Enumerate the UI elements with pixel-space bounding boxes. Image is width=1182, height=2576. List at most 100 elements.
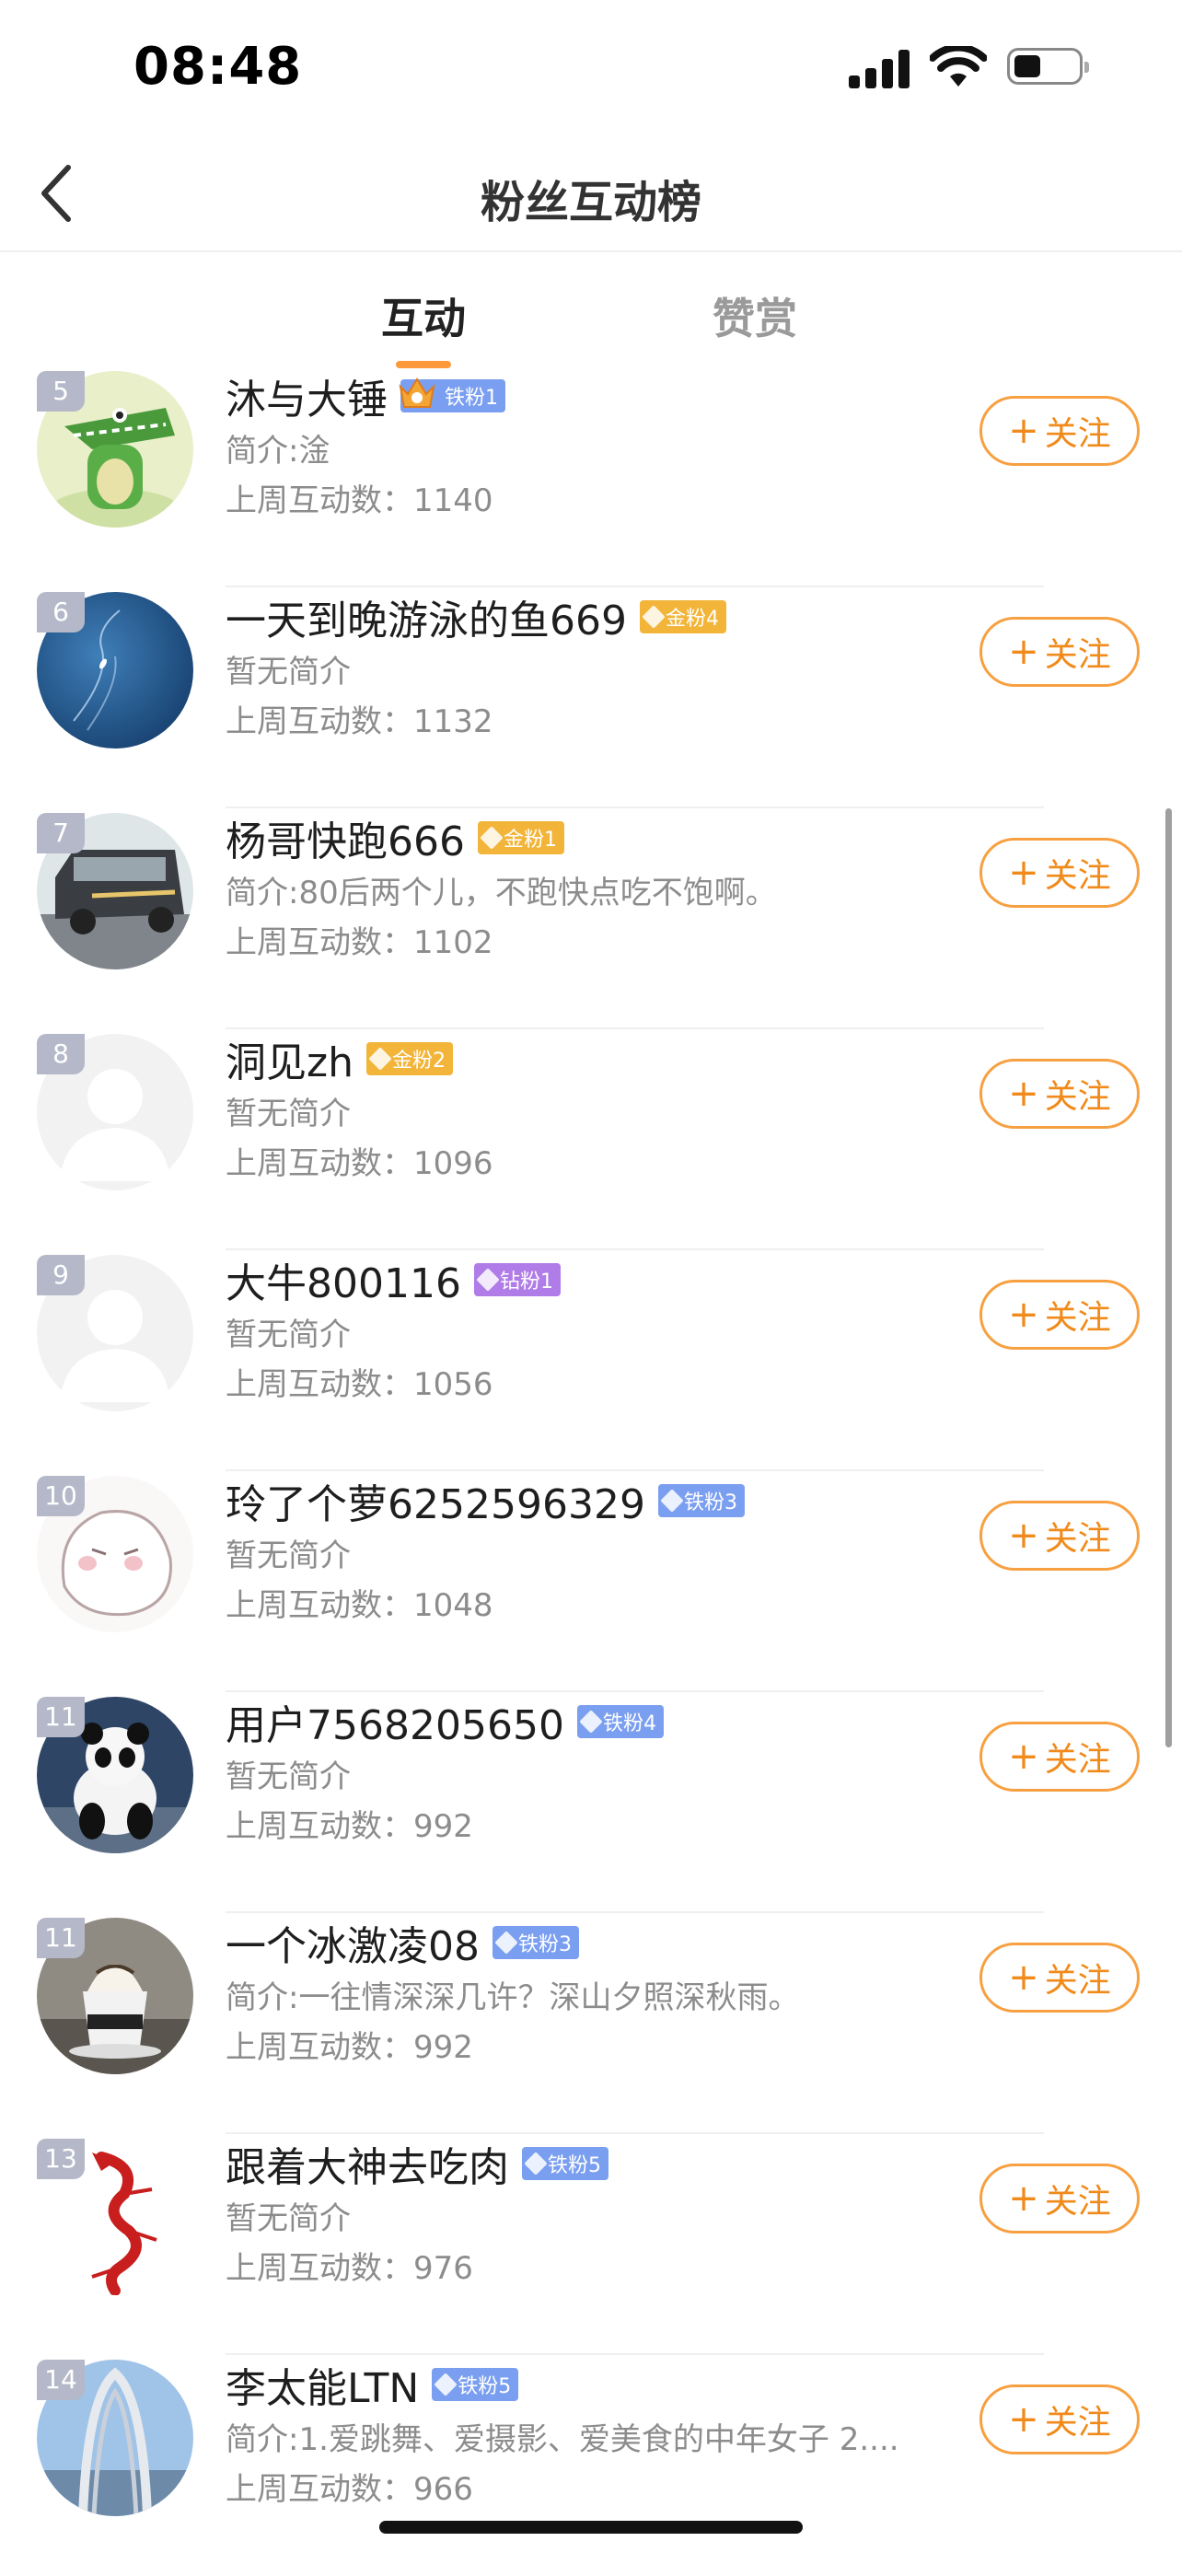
rank-badge: 8 [37, 1034, 85, 1074]
plus-icon: + [1008, 631, 1039, 673]
user-bio: 暂无简介 [226, 1317, 351, 1353]
user-bio: 暂无简介 [226, 1096, 351, 1132]
follow-button[interactable]: + 关注 [979, 1722, 1140, 1792]
fan-level-badge: 铁粉4 [576, 1705, 664, 1738]
crown-icon [399, 377, 435, 408]
plus-icon: + [1008, 1735, 1039, 1778]
fan-level-badge: 铁粉3 [492, 1926, 579, 1959]
gem-icon [494, 1931, 518, 1955]
plus-icon: + [1008, 1956, 1039, 1999]
interaction-count: 上周互动数：992 [226, 2029, 473, 2066]
fan-level-badge: 钻粉1 [473, 1263, 561, 1296]
interaction-count: 上周互动数：1056 [226, 1366, 493, 1403]
follow-button[interactable]: + 关注 [979, 2164, 1140, 2234]
nav-header: 粉丝互动榜 [0, 138, 1182, 249]
gem-icon [434, 2373, 458, 2396]
diamond-icon [476, 1268, 500, 1292]
fan-level-badge: 金粉2 [365, 1042, 453, 1075]
home-indicator[interactable] [379, 2521, 803, 2534]
rank-badge: 13 [37, 2139, 85, 2179]
plus-icon: + [1008, 2177, 1039, 2220]
tab-interaction[interactable]: 互动 [381, 285, 466, 346]
tab-reward[interactable]: 赞赏 [713, 285, 797, 346]
user-name[interactable]: 跟着大神去吃肉 [226, 2134, 509, 2193]
interaction-count: 上周互动数：1096 [226, 1145, 493, 1182]
list-item[interactable]: 9 大牛800116 钻粉1 暂无简介 上周互动数：1056 + 关注 [0, 1250, 1182, 1471]
list-item[interactable]: 14 李太能LTN 铁粉5 简介:1.爱跳舞、爱摄影、爱美食的中年女子 2...… [0, 2355, 1182, 2576]
gem-icon [579, 1710, 603, 1734]
page-title: 粉丝互动榜 [480, 177, 701, 228]
tab-bar: 互动 赞赏 [0, 267, 1182, 359]
plus-icon: + [1008, 410, 1039, 452]
scrollbar[interactable] [1165, 808, 1172, 1747]
list-item[interactable]: 11 用户7568205650 铁粉4 暂无简介 上周互动数：992 + 关注 [0, 1692, 1182, 1913]
user-name[interactable]: 一个冰激凌08 [226, 1913, 480, 1972]
interaction-count: 上周互动数：966 [226, 2471, 473, 2508]
user-bio: 简介:80后两个儿，不跑快点吃不饱啊。 [226, 875, 777, 911]
plus-icon: + [1008, 1294, 1039, 1336]
rank-badge: 11 [37, 1918, 85, 1958]
follow-button[interactable]: + 关注 [979, 1943, 1140, 2013]
list-item[interactable]: 10 玲了个萝6252596329 铁粉3 暂无简介 上周互动数：1048 + 关… [0, 1471, 1182, 1692]
user-bio: 暂无简介 [226, 654, 351, 690]
user-name[interactable]: 杨哥快跑666 [226, 808, 465, 867]
rank-badge: 9 [37, 1255, 85, 1295]
follow-button[interactable]: + 关注 [979, 396, 1140, 466]
user-bio: 简介:一往情深深几许？深山夕照深秋雨。 [226, 1979, 800, 2016]
follow-button[interactable]: + 关注 [979, 1059, 1140, 1129]
follow-button[interactable]: + 关注 [979, 2385, 1140, 2454]
rank-badge: 5 [37, 371, 85, 412]
user-name[interactable]: 一天到晚游泳的鱼669 [226, 587, 627, 646]
fan-level-badge: 金粉4 [639, 600, 726, 633]
fan-level-badge: 铁粉3 [657, 1484, 745, 1517]
list-item[interactable]: 7 杨哥快跑666 金粉1 简介:80后两个儿，不跑快点吃不饱啊。 上周互动数：… [0, 808, 1182, 1029]
user-bio: 暂无简介 [226, 1758, 351, 1795]
user-name[interactable]: 大牛800116 [226, 1250, 461, 1309]
battery-icon [1007, 48, 1089, 85]
cellular-signal-icon [849, 48, 911, 88]
interaction-count: 上周互动数：992 [226, 1808, 473, 1845]
user-name[interactable]: 洞见zh [226, 1029, 353, 1088]
gem-icon [660, 1489, 684, 1513]
interaction-count: 上周互动数：976 [226, 2250, 473, 2287]
interaction-count: 上周互动数：1048 [226, 1587, 493, 1624]
list-item[interactable]: 11 一个冰激凌08 铁粉3 简介:一往情深深几许？深山夕照深秋雨。 上周互动数… [0, 1913, 1182, 2134]
rank-badge: 11 [37, 1697, 85, 1737]
fan-level-badge: 铁粉5 [522, 2147, 608, 2180]
user-bio: 简介:淦 [226, 433, 330, 470]
wifi-icon [930, 46, 987, 87]
user-name[interactable]: 李太能LTN [226, 2355, 419, 2414]
user-bio: 简介:1.爱跳舞、爱摄影、爱美食的中年女子 2.... [226, 2421, 899, 2458]
list-item[interactable]: 8 洞见zh 金粉2 暂无简介 上周互动数：1096 + 关注 [0, 1029, 1182, 1250]
follow-button[interactable]: + 关注 [979, 838, 1140, 908]
user-name[interactable]: 沐与大锤 [226, 366, 388, 425]
fan-rank-list: 5 沐与大锤 铁粉1 简介:淦 上周互动数：1140 + 关注 6 一天到晚游泳… [0, 366, 1182, 2576]
gem-icon [642, 605, 666, 629]
rank-badge: 10 [37, 1476, 85, 1516]
gem-icon [368, 1047, 392, 1071]
fan-level-badge: 铁粉1 [399, 377, 505, 412]
follow-button[interactable]: + 关注 [979, 617, 1140, 687]
header-divider [0, 250, 1182, 252]
list-item[interactable]: 13 跟着大神去吃肉 铁粉5 暂无简介 上周互动数：976 + 关注 [0, 2134, 1182, 2355]
rank-badge: 7 [37, 813, 85, 853]
fan-level-badge: 铁粉5 [432, 2368, 519, 2401]
interaction-count: 上周互动数：1102 [226, 924, 493, 961]
gem-icon [524, 2152, 548, 2176]
interaction-count: 上周互动数：1132 [226, 703, 493, 740]
interaction-count: 上周互动数：1140 [226, 482, 493, 519]
rank-badge: 6 [37, 592, 85, 632]
plus-icon: + [1008, 1514, 1039, 1557]
user-name[interactable]: 用户7568205650 [226, 1692, 564, 1751]
rank-badge: 14 [37, 2360, 85, 2400]
status-time: 08:48 [133, 37, 303, 97]
user-bio: 暂无简介 [226, 1537, 351, 1574]
status-bar: 08:48 [0, 0, 1182, 138]
follow-button[interactable]: + 关注 [979, 1280, 1140, 1350]
user-bio: 暂无简介 [226, 2200, 351, 2237]
plus-icon: + [1008, 2398, 1039, 2441]
list-item[interactable]: 5 沐与大锤 铁粉1 简介:淦 上周互动数：1140 + 关注 [0, 366, 1182, 587]
user-name[interactable]: 玲了个萝6252596329 [226, 1471, 645, 1530]
list-item[interactable]: 6 一天到晚游泳的鱼669 金粉4 暂无简介 上周互动数：1132 + 关注 [0, 587, 1182, 808]
follow-button[interactable]: + 关注 [979, 1501, 1140, 1571]
